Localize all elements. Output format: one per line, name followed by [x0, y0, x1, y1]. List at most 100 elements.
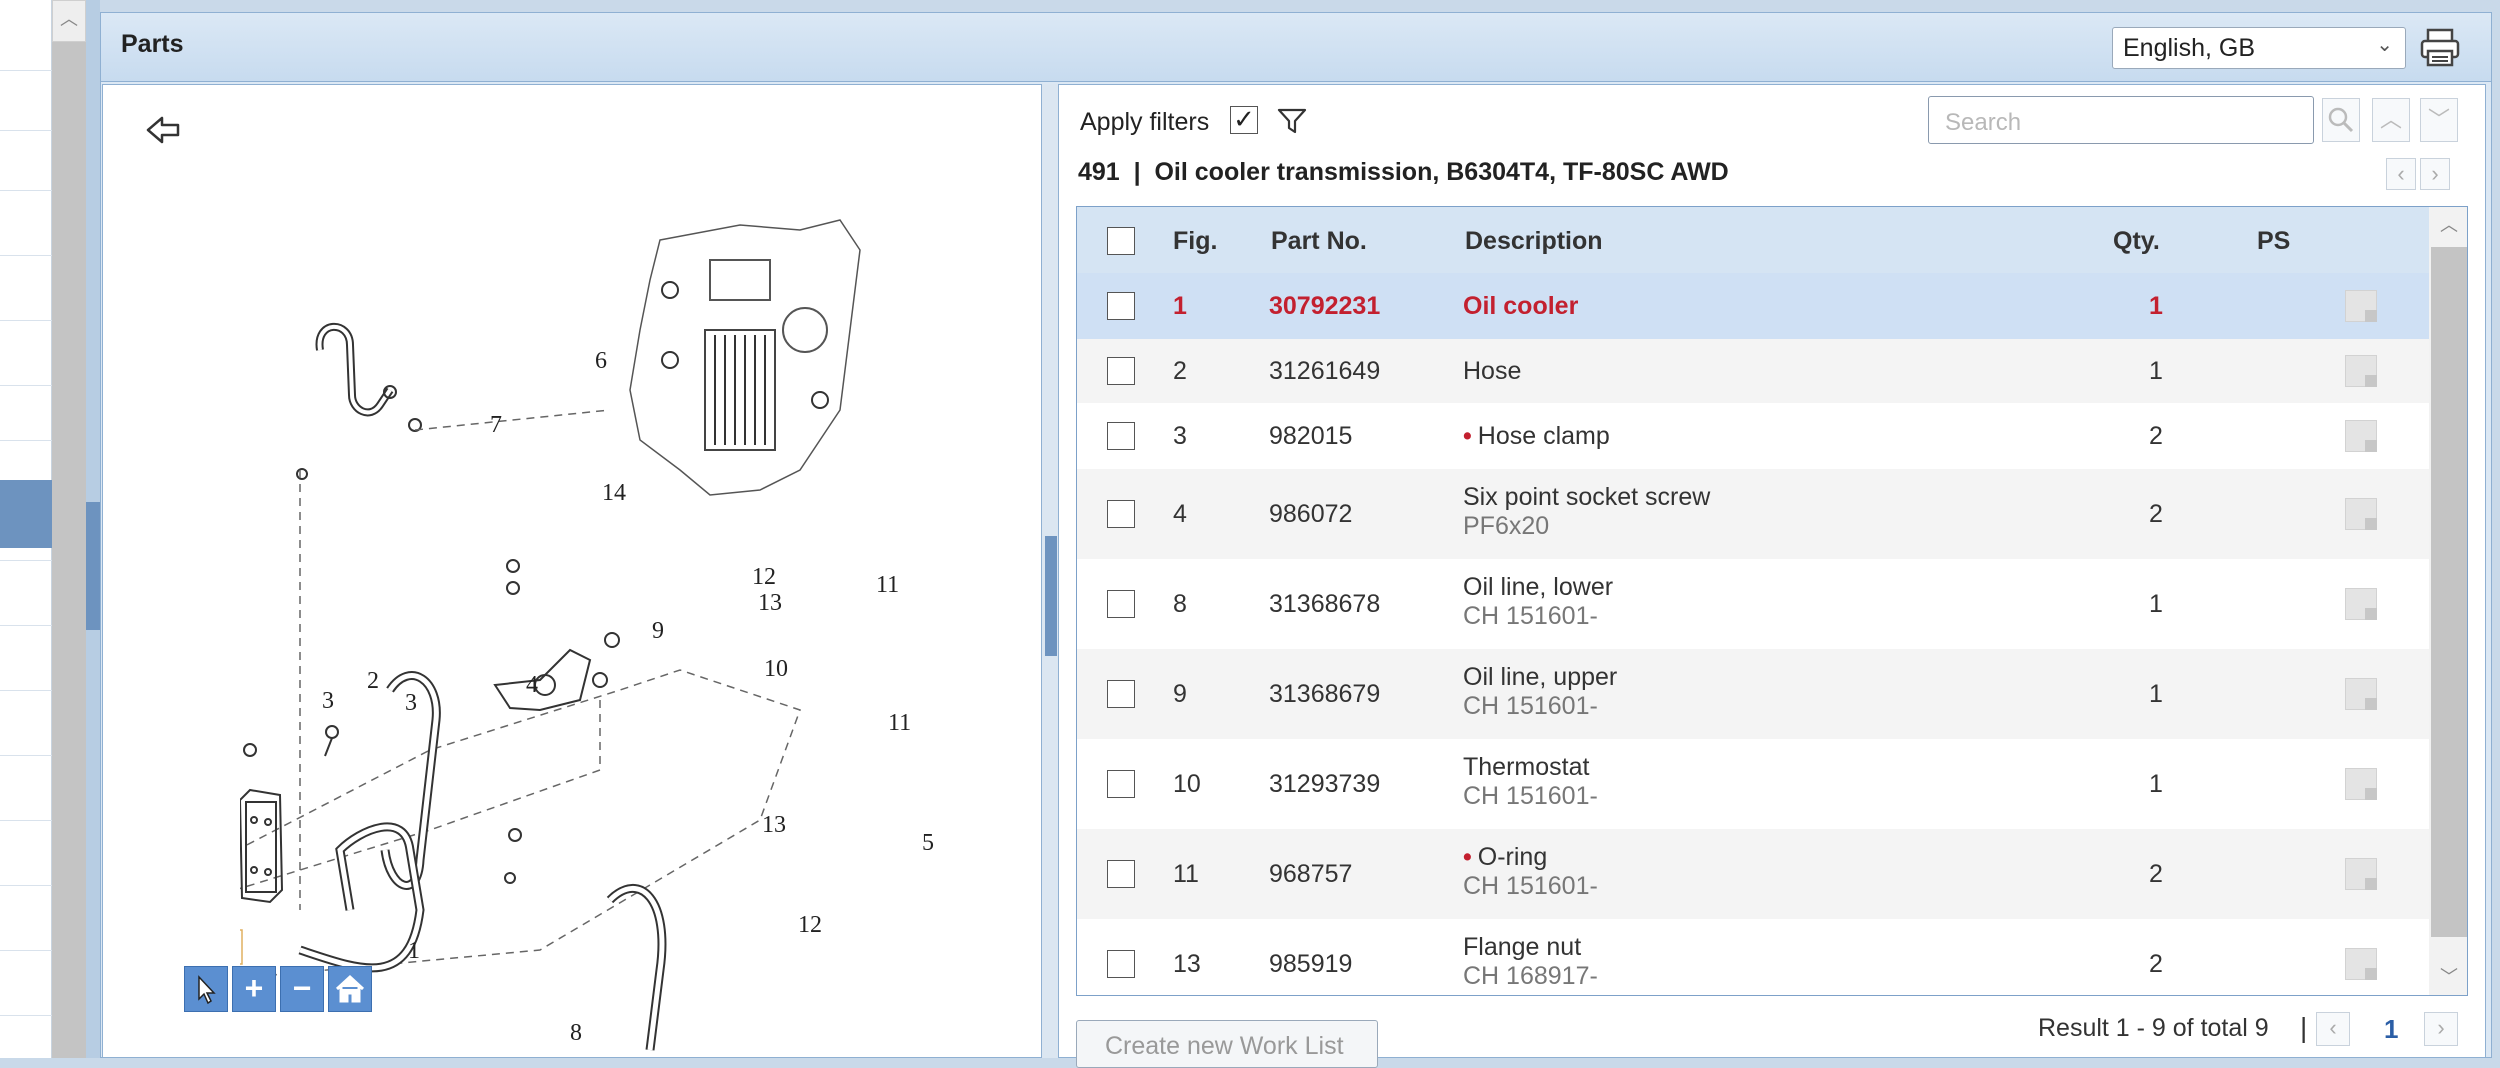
column-description[interactable]: Description [1465, 227, 1603, 256]
splitter-handle[interactable] [1045, 536, 1057, 656]
left-navigation-strip [0, 0, 52, 1058]
callout-13: 13 [758, 590, 782, 616]
table-row[interactable]: 9 31368679 Oil line, upper CH 151601- 1 [1077, 649, 2429, 739]
next-group-icon[interactable]: › [2420, 158, 2450, 190]
row-checkbox[interactable] [1107, 590, 1135, 618]
column-fig[interactable]: Fig. [1173, 227, 1217, 256]
callout-13b: 13 [762, 812, 786, 838]
callout-12b: 12 [798, 912, 822, 938]
note-icon[interactable] [2345, 858, 2377, 890]
callout-2: 2 [367, 668, 379, 694]
row-part-no[interactable]: 31368678 [1269, 590, 1380, 619]
search-icon[interactable] [2322, 98, 2360, 142]
callout-5: 5 [922, 830, 934, 856]
callout-4: 4 [526, 672, 538, 698]
row-part-no[interactable]: 982015 [1269, 422, 1352, 451]
row-description-text: Flange nut [1463, 933, 1582, 961]
home-icon[interactable] [328, 966, 372, 1012]
table-row[interactable]: 2 31261649 Hose 1 [1077, 339, 2429, 403]
row-fig: 1 [1173, 292, 1187, 320]
row-qty: 1 [2149, 590, 2163, 618]
row-checkbox[interactable] [1107, 422, 1135, 450]
search-input[interactable]: Search [1928, 96, 2314, 144]
callout-11b: 11 [888, 710, 911, 736]
chevron-up-icon[interactable]: ︿ [2372, 98, 2410, 142]
note-icon[interactable] [2345, 588, 2377, 620]
row-part-no[interactable]: 31293739 [1269, 770, 1380, 799]
row-description-sub: CH 168917- [1463, 962, 1598, 990]
previous-page-icon[interactable]: ‹ [2316, 1012, 2350, 1046]
row-part-no[interactable]: 31261649 [1269, 357, 1380, 386]
back-arrow-icon[interactable] [144, 110, 184, 150]
row-description-sub: CH 151601- [1463, 782, 1598, 810]
create-work-list-button[interactable]: Create new Work List [1076, 1020, 1378, 1068]
scroll-up-icon[interactable]: ︿ [52, 0, 86, 42]
table-row[interactable]: 1 30792231 Oil cooler 1 [1077, 273, 2429, 339]
note-icon[interactable] [2345, 290, 2377, 322]
row-description: Six point socket screw PF6x20 [1463, 483, 1710, 541]
select-pointer-icon[interactable] [184, 966, 228, 1012]
table-row[interactable]: 3 982015 • Hose clamp 2 [1077, 403, 2429, 469]
zoom-in-icon[interactable]: + [232, 966, 276, 1012]
parts-exploded-diagram[interactable]: 6 7 14 12 13 11 9 10 3 2 3 4 11 13 12 5 … [240, 210, 1040, 1058]
language-select[interactable]: English, GB ⌄ [2112, 27, 2406, 69]
row-checkbox[interactable] [1107, 860, 1135, 888]
row-part-no[interactable]: 968757 [1269, 860, 1352, 889]
column-ps[interactable]: PS [2257, 227, 2290, 256]
table-row[interactable]: 13 985919 Flange nut CH 168917- 2 [1077, 919, 2429, 995]
note-icon[interactable] [2345, 420, 2377, 452]
row-fig: 9 [1173, 680, 1187, 708]
row-checkbox[interactable] [1107, 292, 1135, 320]
table-row[interactable]: 11 968757 • O-ring CH 151601- 2 [1077, 829, 2429, 919]
note-icon[interactable] [2345, 948, 2377, 980]
pagination-separator: | [2300, 1012, 2308, 1043]
select-all-checkbox[interactable] [1107, 227, 1135, 255]
filter-icon[interactable] [1276, 106, 1308, 136]
row-checkbox[interactable] [1107, 357, 1135, 385]
scroll-thumb[interactable] [2431, 247, 2467, 937]
left-scrollbar[interactable]: ︿ [52, 0, 86, 1058]
row-fig: 8 [1173, 590, 1187, 618]
page-title: Parts [121, 30, 184, 58]
row-qty: 1 [2149, 292, 2163, 320]
note-icon[interactable] [2345, 768, 2377, 800]
chevron-down-icon[interactable]: ﹀ [2420, 98, 2458, 142]
row-checkbox[interactable] [1107, 500, 1135, 528]
scroll-up-icon[interactable]: ︿ [2429, 207, 2467, 243]
row-part-no[interactable]: 30792231 [1269, 292, 1380, 321]
collapse-left-panel-handle[interactable] [86, 502, 100, 630]
next-page-icon[interactable]: › [2424, 1012, 2458, 1046]
table-row[interactable]: 8 31368678 Oil line, lower CH 151601- 1 [1077, 559, 2429, 649]
apply-filters-checkbox[interactable]: ✓ [1230, 106, 1258, 134]
row-qty: 2 [2149, 422, 2163, 450]
row-checkbox[interactable] [1107, 680, 1135, 708]
row-fig: 4 [1173, 500, 1187, 528]
previous-group-icon[interactable]: ‹ [2386, 158, 2416, 190]
note-icon[interactable] [2345, 678, 2377, 710]
current-page[interactable]: 1 [2384, 1014, 2398, 1045]
printer-icon[interactable] [2418, 27, 2462, 69]
zoom-out-icon[interactable]: − [280, 966, 324, 1012]
note-icon[interactable] [2345, 498, 2377, 530]
column-part-no[interactable]: Part No. [1271, 227, 1367, 256]
callout-10: 10 [764, 656, 788, 682]
row-fig: 11 [1173, 860, 1199, 888]
row-part-no[interactable]: 31368679 [1269, 680, 1380, 709]
row-checkbox[interactable] [1107, 950, 1135, 978]
left-nav-selected-item[interactable] [0, 480, 52, 548]
row-description-text: Hose [1463, 357, 1522, 385]
table-row[interactable]: 10 31293739 Thermostat CH 151601- 1 [1077, 739, 2429, 829]
row-description: • Hose clamp [1463, 422, 1610, 451]
column-qty[interactable]: Qty. [2113, 227, 2160, 256]
table-scrollbar[interactable]: ︿ ﹀ [2429, 207, 2467, 995]
row-part-no[interactable]: 985919 [1269, 950, 1352, 979]
scroll-down-icon[interactable]: ﹀ [2429, 959, 2467, 995]
row-fig: 2 [1173, 357, 1187, 385]
bullet-icon: • [1463, 422, 1472, 450]
note-icon[interactable] [2345, 355, 2377, 387]
row-checkbox[interactable] [1107, 770, 1135, 798]
table-row[interactable]: 4 986072 Six point socket screw PF6x20 2 [1077, 469, 2429, 559]
row-fig: 10 [1173, 770, 1201, 798]
diagram-toolbar: + − [184, 966, 380, 1014]
row-part-no[interactable]: 986072 [1269, 500, 1352, 529]
